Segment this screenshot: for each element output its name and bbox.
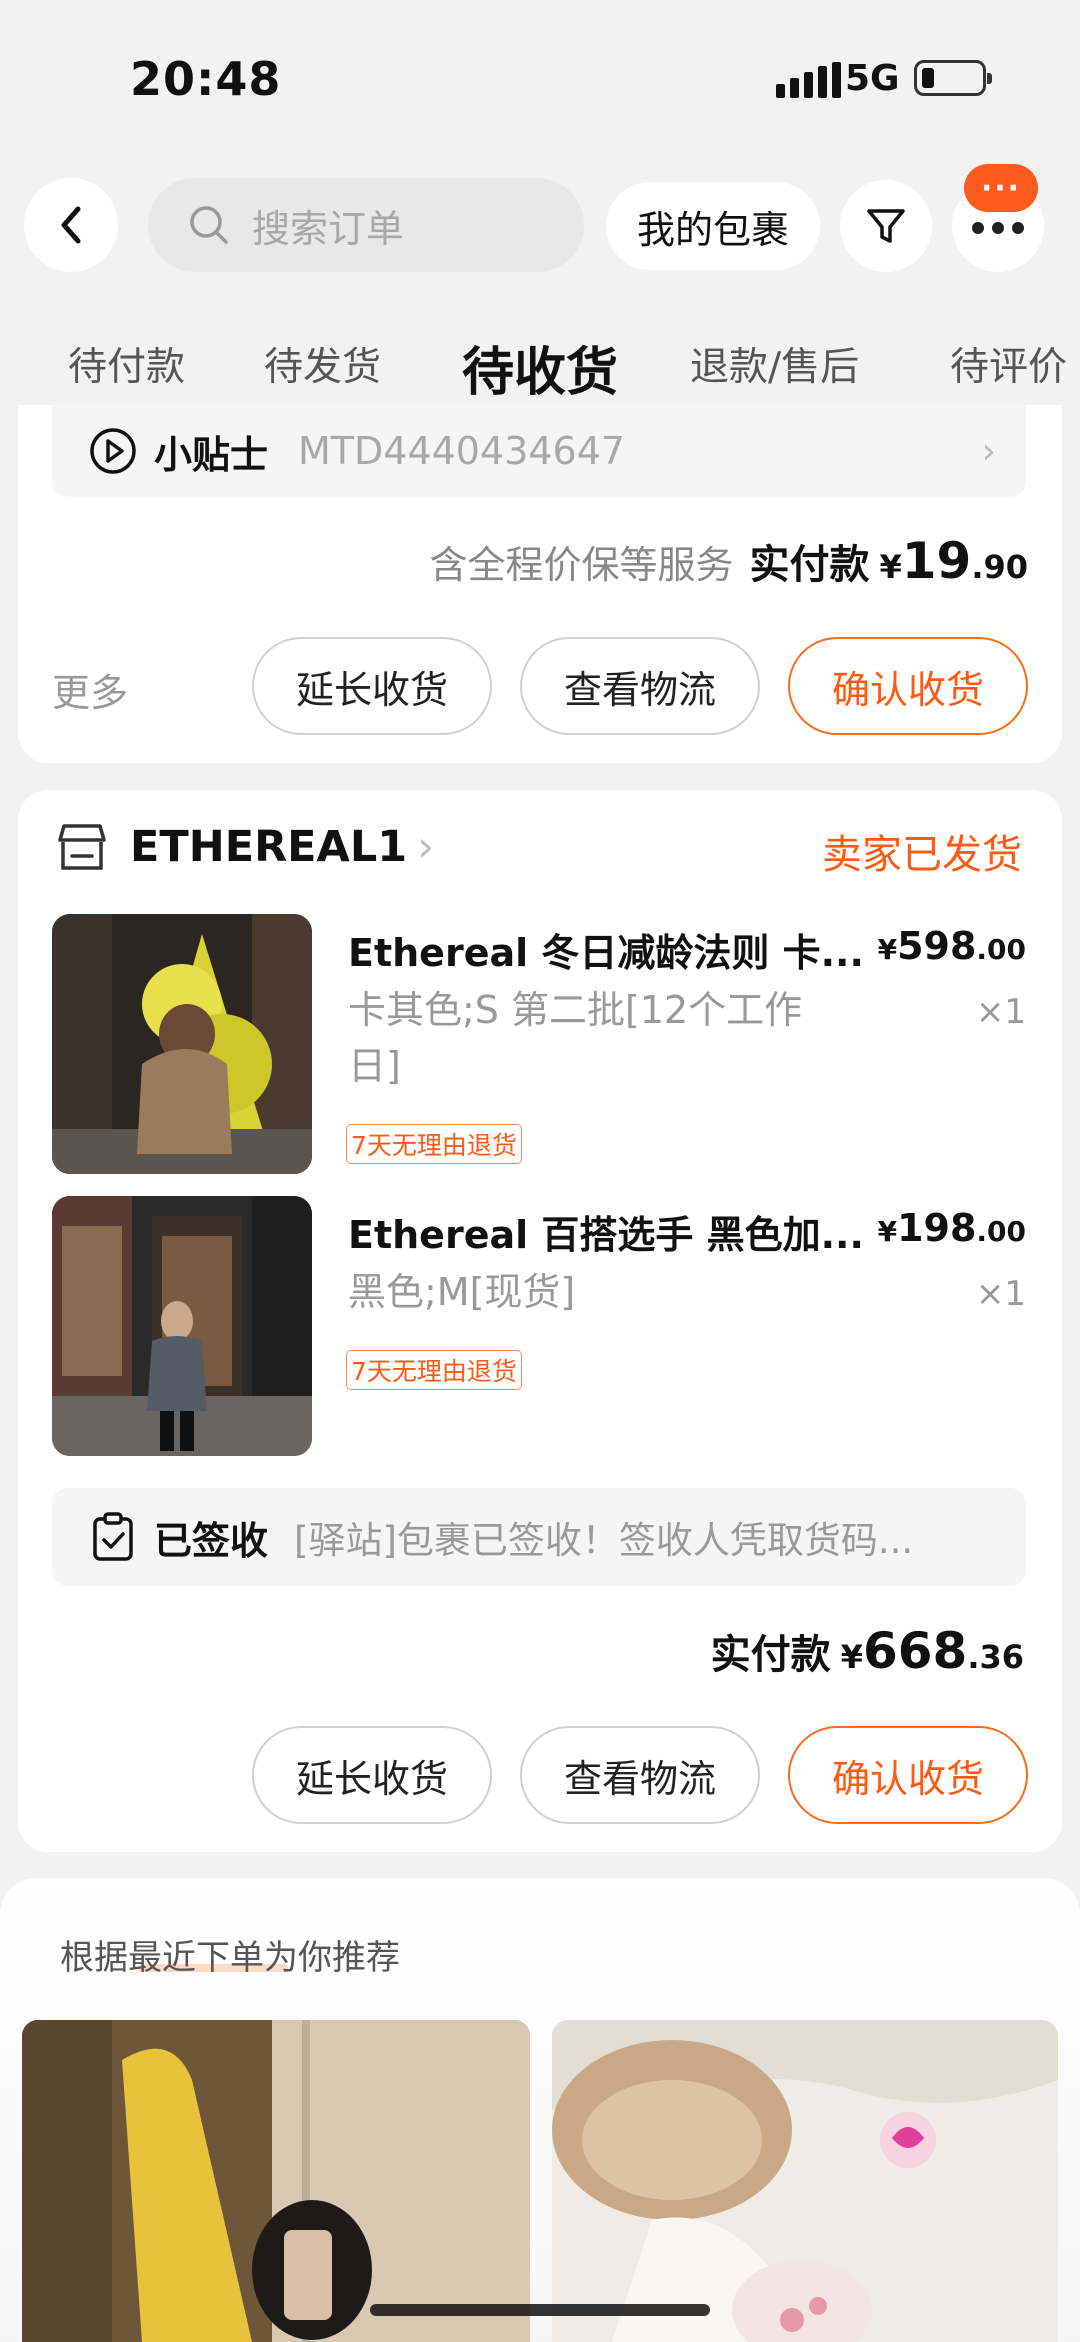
tab-pending-payment[interactable]: 待付款 bbox=[68, 336, 185, 392]
more-link[interactable]: 更多 bbox=[52, 662, 128, 717]
product-sku: 卡其色;S 第二批[12个工作日] bbox=[348, 988, 803, 1088]
network-label: 5G bbox=[845, 58, 900, 99]
filter-icon bbox=[867, 209, 905, 243]
product-price-decimal: .00 bbox=[976, 933, 1026, 966]
product-quantity: ×1 bbox=[975, 1274, 1026, 1314]
more-dots-icon bbox=[972, 222, 1024, 234]
home-indicator[interactable] bbox=[370, 2304, 710, 2316]
sign-detail: [驿站]包裹已签收！签收人凭取货码... bbox=[294, 1519, 914, 1562]
tip-label: 小贴士 bbox=[154, 432, 269, 477]
chevron-left-icon bbox=[61, 206, 81, 244]
extend-receipt-button[interactable]: 延长收货 bbox=[252, 1726, 492, 1824]
clipboard-check-icon bbox=[93, 1512, 133, 1561]
return-policy-tag: 7天无理由退货 bbox=[346, 1124, 522, 1164]
currency-symbol: ¥ bbox=[877, 933, 898, 966]
chevron-right-icon: › bbox=[981, 431, 996, 472]
signal-icon bbox=[776, 62, 841, 98]
currency-symbol: ¥ bbox=[840, 1638, 863, 1676]
tab-pending-receipt[interactable]: 待收货 bbox=[462, 330, 618, 405]
search-input[interactable]: 搜索订单 bbox=[148, 178, 584, 272]
battery-icon bbox=[914, 60, 992, 96]
product-image[interactable] bbox=[52, 1196, 312, 1456]
product-price-integer: 598 bbox=[897, 924, 977, 968]
my-package-button[interactable]: 我的包裹 bbox=[606, 182, 820, 270]
paid-amount-decimal: .36 bbox=[967, 1638, 1024, 1676]
play-circle-icon bbox=[90, 428, 136, 474]
search-icon bbox=[190, 206, 228, 244]
search-placeholder: 搜索订单 bbox=[252, 206, 405, 251]
extend-receipt-button[interactable]: 延长收货 bbox=[252, 637, 492, 735]
tip-value: MTD4440434647 bbox=[298, 429, 626, 473]
product-image[interactable] bbox=[52, 914, 312, 1174]
view-logistics-button[interactable]: 查看物流 bbox=[520, 637, 760, 735]
order-tabs: 待付款 待发货 待收货 退款/售后 待评价 bbox=[0, 330, 1080, 403]
status-time: 20:48 bbox=[130, 52, 282, 106]
product-quantity: ×1 bbox=[975, 992, 1026, 1032]
product-price: ¥198.00 bbox=[878, 1206, 1026, 1250]
message-badge: ··· bbox=[964, 164, 1038, 212]
paid-amount-integer: 668 bbox=[862, 1622, 968, 1680]
paid-amount-decimal: .90 bbox=[971, 548, 1028, 586]
currency-symbol: ¥ bbox=[877, 1215, 898, 1248]
confirm-receipt-button[interactable]: 确认收货 bbox=[788, 637, 1028, 735]
shop-name[interactable]: ETHEREAL1 › bbox=[130, 822, 434, 872]
service-note: 含全程价保等服务 bbox=[429, 543, 734, 587]
tab-pending-review[interactable]: 待评价 bbox=[950, 336, 1067, 392]
order-total: 实付款 ¥ 668 .36 bbox=[711, 1622, 1024, 1680]
product-price: ¥598.00 bbox=[878, 924, 1026, 968]
recommend-title: 根据最近下单为你推荐 bbox=[60, 1938, 400, 1978]
paid-label: 实付款 bbox=[710, 1632, 831, 1678]
recommend-product-image[interactable] bbox=[552, 2020, 1058, 2342]
product-title[interactable]: Ethereal 百搭选手 黑色加... bbox=[348, 1204, 864, 1259]
delivery-status-bar[interactable]: 已签收 [驿站]包裹已签收！签收人凭取货码... bbox=[52, 1488, 1026, 1586]
paid-amount-integer: 19 bbox=[901, 532, 972, 590]
recommend-product-image[interactable] bbox=[22, 2020, 530, 2342]
shop-name-label: ETHEREAL1 bbox=[130, 822, 408, 872]
order-status: 卖家已发货 bbox=[822, 832, 1022, 878]
chevron-right-icon: › bbox=[417, 822, 435, 872]
paid-label: 实付款 bbox=[749, 542, 870, 588]
filter-button[interactable] bbox=[840, 180, 932, 272]
tab-refund-aftersale[interactable]: 退款/售后 bbox=[690, 336, 859, 392]
currency-symbol: ¥ bbox=[879, 548, 902, 586]
product-sku: 黑色;M[现货] bbox=[348, 1270, 576, 1314]
back-button[interactable] bbox=[24, 178, 118, 272]
store-icon bbox=[58, 824, 106, 870]
return-policy-tag: 7天无理由退货 bbox=[346, 1350, 522, 1390]
order-total: 含全程价保等服务 实付款 ¥ 19 .90 bbox=[429, 532, 1028, 590]
confirm-receipt-button[interactable]: 确认收货 bbox=[788, 1726, 1028, 1824]
product-title[interactable]: Ethereal 冬日减龄法则 卡... bbox=[348, 922, 864, 977]
product-price-integer: 198 bbox=[897, 1206, 977, 1250]
view-logistics-button[interactable]: 查看物流 bbox=[520, 1726, 760, 1824]
sign-label: 已签收 bbox=[154, 1518, 269, 1563]
product-price-decimal: .00 bbox=[976, 1215, 1026, 1248]
tip-bar[interactable]: 小贴士 MTD4440434647 › bbox=[52, 405, 1026, 497]
tab-pending-shipment[interactable]: 待发货 bbox=[264, 336, 381, 392]
